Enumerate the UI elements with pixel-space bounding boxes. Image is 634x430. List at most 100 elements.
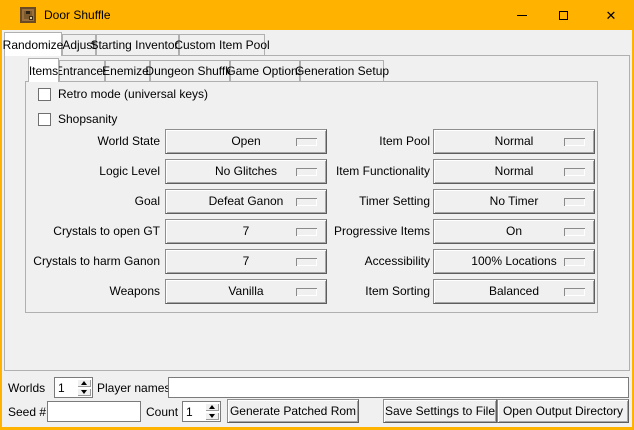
tab-entrances-label: Entrances	[55, 64, 109, 78]
item-pool-value: Normal	[495, 134, 534, 148]
dropdown-indicator-icon	[296, 168, 317, 176]
open-output-directory-button[interactable]: Open Output Directory	[497, 399, 629, 423]
dropdown-indicator-icon	[564, 288, 585, 296]
shopsanity-row: Shopsanity	[38, 112, 117, 126]
crystals-open-gt-value: 7	[243, 224, 250, 238]
tab-generation-setup[interactable]: Generation Setup	[300, 60, 384, 81]
dropdown-indicator-icon	[296, 198, 317, 206]
weapons-label: Weapons	[30, 279, 160, 304]
logic-level-value: No Glitches	[215, 164, 277, 178]
window-title: Door Shuffle	[44, 0, 111, 30]
worlds-spin-down-button[interactable]	[77, 388, 91, 396]
minimize-button[interactable]	[501, 0, 543, 30]
accessibility-dropdown[interactable]: 100% Locations	[433, 249, 595, 274]
seed-label: Seed #	[8, 402, 46, 422]
tab-dungeon-shuffle-label: Dungeon Shuffle	[145, 64, 234, 78]
titlebar: Door Shuffle ✕	[0, 0, 634, 30]
door-icon	[20, 7, 36, 23]
window-content: Randomize Adjust Starting Inventory Cust…	[2, 30, 632, 427]
logic-level-dropdown[interactable]: No Glitches	[165, 159, 327, 184]
dropdown-indicator-icon	[564, 228, 585, 236]
player-names-input[interactable]	[168, 377, 629, 398]
item-functionality-value: Normal	[495, 164, 534, 178]
count-label: Count	[146, 402, 178, 422]
item-pool-dropdown[interactable]: Normal	[433, 129, 595, 154]
spin-up-icon	[81, 381, 87, 385]
player-names-label: Player names	[97, 378, 170, 398]
tab-items-label: Items	[29, 64, 58, 78]
item-sorting-value: Balanced	[489, 284, 539, 298]
tab-randomize[interactable]: Randomize	[4, 32, 62, 56]
shopsanity-label: Shopsanity	[58, 112, 117, 126]
dropdown-indicator-icon	[564, 258, 585, 266]
crystals-open-gt-label: Crystals to open GT	[30, 219, 160, 244]
worlds-spinner	[54, 377, 93, 398]
tab-randomize-label: Randomize	[3, 38, 64, 52]
spin-down-icon	[209, 414, 215, 418]
dropdown-indicator-icon	[564, 138, 585, 146]
count-spin-down-button[interactable]	[205, 412, 219, 420]
timer-setting-dropdown[interactable]: No Timer	[433, 189, 595, 214]
dropdown-indicator-icon	[296, 138, 317, 146]
worlds-input[interactable]	[55, 378, 77, 397]
retro-mode-label: Retro mode (universal keys)	[58, 87, 208, 101]
tab-starting-inventory-label: Starting Inventory	[90, 38, 184, 52]
world-state-label: World State	[30, 129, 160, 154]
goal-value: Defeat Ganon	[209, 194, 284, 208]
dropdown-indicator-icon	[296, 228, 317, 236]
item-functionality-dropdown[interactable]: Normal	[433, 159, 595, 184]
item-sorting-label: Item Sorting	[328, 279, 430, 304]
worlds-spin-up-button[interactable]	[77, 379, 91, 387]
minimize-icon	[517, 15, 527, 16]
crystals-harm-ganon-dropdown[interactable]: 7	[165, 249, 327, 274]
seed-input[interactable]	[47, 401, 141, 422]
count-input[interactable]	[183, 402, 205, 421]
count-spinner	[182, 401, 221, 422]
shopsanity-checkbox[interactable]	[38, 113, 51, 126]
tab-custom-item-pool[interactable]: Custom Item Pool	[179, 34, 265, 55]
goal-label: Goal	[30, 189, 160, 214]
accessibility-value: 100% Locations	[471, 254, 556, 268]
tab-enemizer[interactable]: Enemizer	[105, 60, 150, 81]
maximize-button[interactable]	[542, 0, 584, 30]
accessibility-label: Accessibility	[328, 249, 430, 274]
retro-mode-row: Retro mode (universal keys)	[38, 87, 208, 101]
logic-level-label: Logic Level	[30, 159, 160, 184]
tab-generation-setup-label: Generation Setup	[295, 64, 389, 78]
tab-game-options-label: Game Options	[226, 64, 303, 78]
dropdown-indicator-icon	[564, 198, 585, 206]
close-icon: ✕	[606, 9, 617, 22]
count-spin-up-button[interactable]	[205, 403, 219, 411]
worlds-label: Worlds	[8, 378, 45, 398]
world-state-value: Open	[231, 134, 260, 148]
crystals-open-gt-dropdown[interactable]: 7	[165, 219, 327, 244]
spin-down-icon	[81, 390, 87, 394]
goal-dropdown[interactable]: Defeat Ganon	[165, 189, 327, 214]
weapons-dropdown[interactable]: Vanilla	[165, 279, 327, 304]
save-settings-button[interactable]: Save Settings to File	[383, 399, 497, 423]
weapons-value: Vanilla	[228, 284, 263, 298]
crystals-harm-ganon-label: Crystals to harm Ganon	[30, 249, 160, 274]
progressive-items-label: Progressive Items	[328, 219, 430, 244]
dropdown-indicator-icon	[564, 168, 585, 176]
item-pool-label: Item Pool	[328, 129, 430, 154]
dropdown-indicator-icon	[296, 258, 317, 266]
tab-items[interactable]: Items	[28, 58, 59, 82]
generate-patched-rom-button[interactable]: Generate Patched Rom	[227, 399, 359, 423]
timer-setting-label: Timer Setting	[328, 189, 430, 214]
maximize-icon	[559, 11, 568, 20]
tab-dungeon-shuffle[interactable]: Dungeon Shuffle	[150, 60, 230, 81]
spin-up-icon	[209, 405, 215, 409]
close-button[interactable]: ✕	[590, 0, 632, 30]
item-sorting-dropdown[interactable]: Balanced	[433, 279, 595, 304]
world-state-dropdown[interactable]: Open	[165, 129, 327, 154]
retro-mode-checkbox[interactable]	[38, 88, 51, 101]
tab-entrances[interactable]: Entrances	[59, 60, 105, 81]
dropdown-indicator-icon	[296, 288, 317, 296]
tab-starting-inventory[interactable]: Starting Inventory	[96, 34, 179, 55]
progressive-items-dropdown[interactable]: On	[433, 219, 595, 244]
tab-custom-item-pool-label: Custom Item Pool	[174, 38, 269, 52]
tab-game-options[interactable]: Game Options	[230, 60, 300, 81]
progressive-items-value: On	[506, 224, 522, 238]
timer-setting-value: No Timer	[490, 194, 539, 208]
